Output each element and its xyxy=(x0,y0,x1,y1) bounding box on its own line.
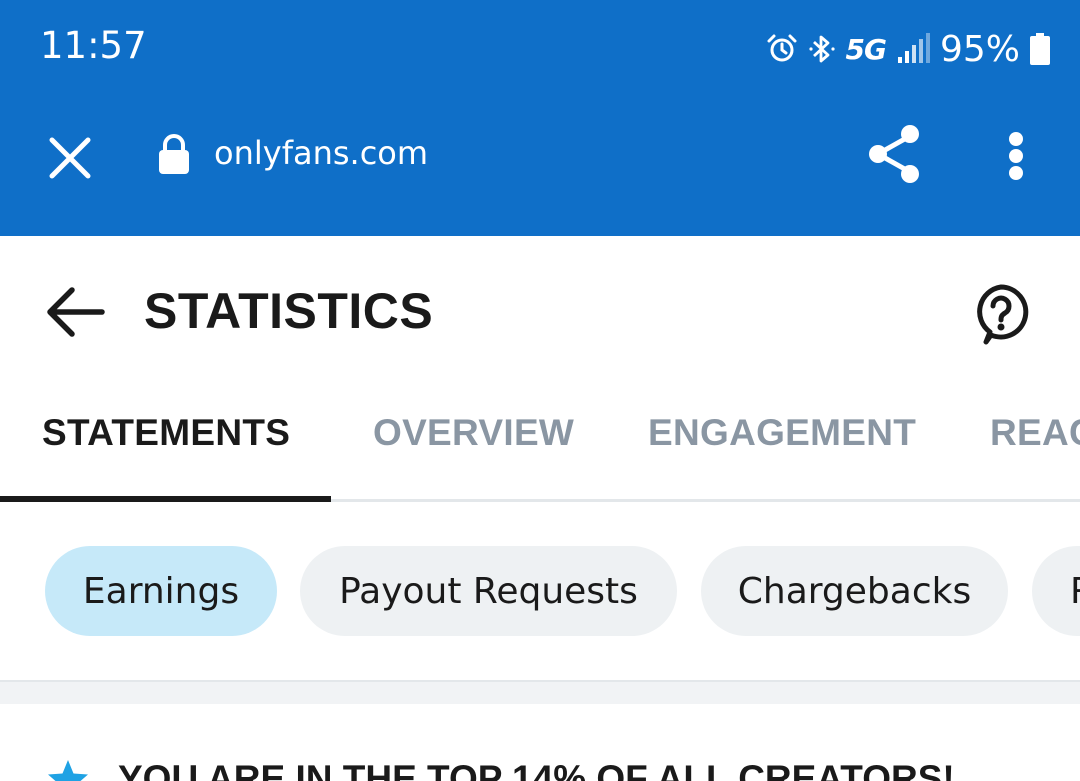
browser-bar: onlyfans.com xyxy=(0,100,1080,236)
chip-chargebacks[interactable]: Chargebacks xyxy=(701,546,1008,636)
top-bar: 11:57 5G 95% onlyfans.com xyxy=(0,0,1080,236)
tab-engagement[interactable]: ENGAGEMENT xyxy=(648,412,916,454)
url-field[interactable]: onlyfans.com xyxy=(214,134,428,172)
network-type: 5G xyxy=(845,32,887,66)
chip-payout-requests[interactable]: Payout Requests xyxy=(300,546,677,636)
rank-text: YOU ARE IN THE TOP 14% OF ALL CREATORS! xyxy=(118,758,955,781)
page: 11:57 5G 95% onlyfans.com STATISTICS STA… xyxy=(0,0,1080,781)
status-bar: 11:57 5G 95% xyxy=(0,0,1080,100)
tab-statements[interactable]: STATEMENTS xyxy=(42,412,290,454)
more-vert-icon[interactable] xyxy=(996,126,1036,186)
signal-icon xyxy=(896,33,930,65)
tab-overview[interactable]: OVERVIEW xyxy=(373,412,574,454)
status-icons: 5G 95% xyxy=(766,26,1050,72)
lock-icon xyxy=(159,134,189,174)
star-icon xyxy=(48,760,88,781)
share-icon[interactable] xyxy=(862,122,926,186)
chip-earnings[interactable]: Earnings xyxy=(45,546,277,636)
tab-reach[interactable]: REAC xyxy=(990,412,1080,454)
bluetooth-icon xyxy=(808,33,836,65)
filter-chips: Earnings Payout Requests Chargebacks R xyxy=(0,502,1080,682)
section-divider xyxy=(0,680,1080,704)
alarm-icon xyxy=(766,33,798,65)
battery-icon xyxy=(1030,33,1050,65)
chip-next[interactable]: R xyxy=(1032,546,1080,636)
page-header: STATISTICS xyxy=(0,236,1080,386)
page-title: STATISTICS xyxy=(144,283,434,339)
tab-bar: STATEMENTS OVERVIEW ENGAGEMENT REAC xyxy=(0,386,1080,502)
close-icon xyxy=(49,137,91,179)
status-time: 11:57 xyxy=(40,24,147,67)
battery-percent: 95% xyxy=(939,28,1020,70)
back-arrow-icon[interactable] xyxy=(44,286,106,338)
help-icon[interactable] xyxy=(970,282,1032,346)
rank-banner: YOU ARE IN THE TOP 14% OF ALL CREATORS! xyxy=(0,704,1080,781)
close-button[interactable] xyxy=(40,128,100,188)
